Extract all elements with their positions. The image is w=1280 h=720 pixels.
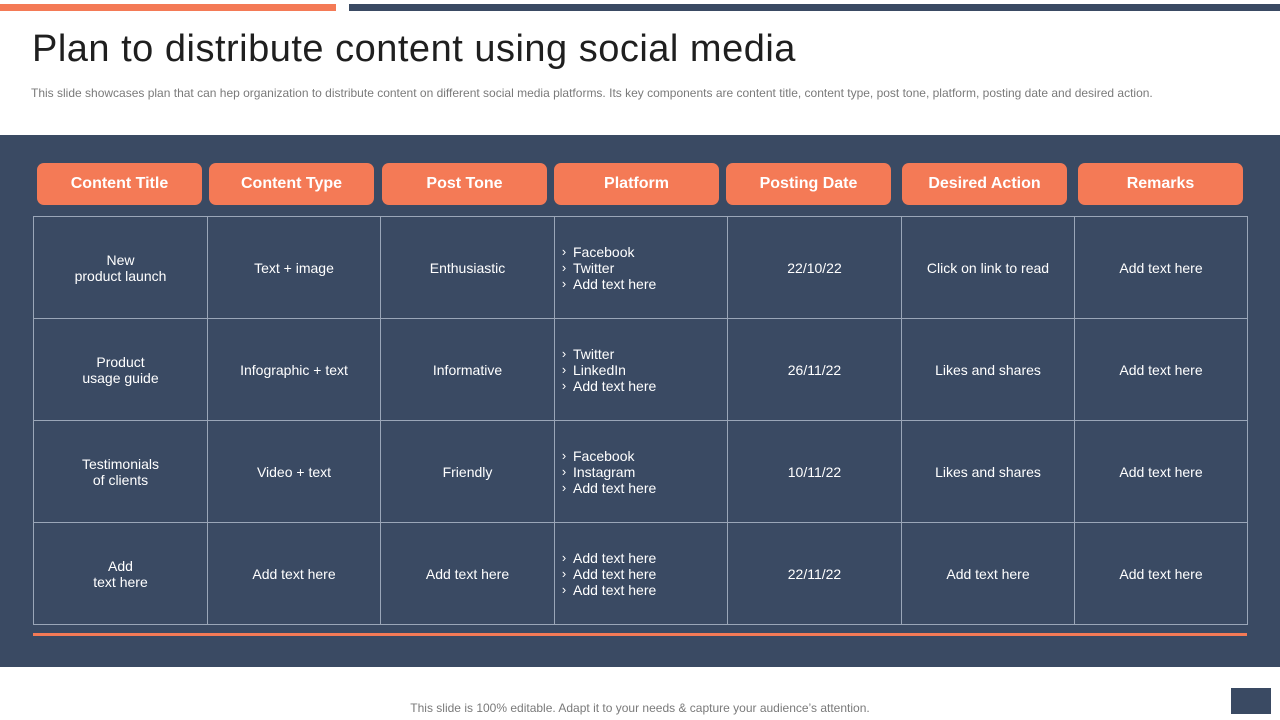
platform-item: › Twitter xyxy=(555,260,727,276)
content-plan-table: New product launch Text + image Enthusias… xyxy=(33,216,1248,625)
cell-content-title: New product launch xyxy=(33,216,208,319)
platform-label: Facebook xyxy=(573,447,635,464)
platform-item: › Add text here xyxy=(555,276,727,292)
chevron-right-icon: › xyxy=(561,565,567,581)
content-title-line: text here xyxy=(93,573,148,590)
table-row: Product usage guide Infographic + text In… xyxy=(33,318,1248,421)
cell-posting-date: 22/11/22 xyxy=(727,522,902,625)
cell-content-title: Product usage guide xyxy=(33,318,208,421)
table-row: Add text here Add text here Add text here… xyxy=(33,522,1248,625)
cell-desired-action: Likes and shares xyxy=(901,420,1075,523)
top-accent-bar-orange xyxy=(0,4,336,11)
chevron-right-icon: › xyxy=(561,275,567,291)
cell-platform: › Twitter › LinkedIn › Add text here xyxy=(554,318,728,421)
platform-label: Add text here xyxy=(573,275,657,292)
cell-content-type: Video + text xyxy=(207,420,381,523)
cell-post-tone: Informative xyxy=(380,318,555,421)
cell-posting-date: 22/10/22 xyxy=(727,216,902,319)
header-post-tone: Post Tone xyxy=(382,163,547,205)
chevron-right-icon: › xyxy=(561,581,567,597)
platform-label: Add text here xyxy=(573,377,657,394)
cell-remarks: Add text here xyxy=(1074,318,1248,421)
corner-block xyxy=(1231,688,1271,714)
cell-posting-date: 26/11/22 xyxy=(727,318,902,421)
platform-label: Twitter xyxy=(573,259,615,276)
chevron-right-icon: › xyxy=(561,259,567,275)
cell-content-type: Infographic + text xyxy=(207,318,381,421)
content-title-line: product launch xyxy=(74,267,167,284)
platform-label: Facebook xyxy=(573,243,635,260)
header-posting-date: Posting Date xyxy=(726,163,891,205)
chevron-right-icon: › xyxy=(561,479,567,495)
chevron-right-icon: › xyxy=(561,377,567,393)
platform-item: › Add text here xyxy=(555,550,727,566)
cell-platform: › Add text here › Add text here › Add text … xyxy=(554,522,728,625)
platform-label: Add text here xyxy=(573,565,657,582)
cell-content-title: Add text here xyxy=(33,522,208,625)
cell-content-type: Add text here xyxy=(207,522,381,625)
header-platform: Platform xyxy=(554,163,719,205)
platform-item: › Add text here xyxy=(555,480,727,496)
platform-label: Add text here xyxy=(573,549,657,566)
cell-remarks: Add text here xyxy=(1074,420,1248,523)
content-title-line: usage guide xyxy=(82,369,159,386)
slide-footer: This slide is 100% editable. Adapt it to… xyxy=(410,701,870,715)
cell-post-tone: Add text here xyxy=(380,522,555,625)
cell-desired-action: Likes and shares xyxy=(901,318,1075,421)
platform-label: Instagram xyxy=(573,463,636,480)
platform-item: › LinkedIn xyxy=(555,362,727,378)
cell-desired-action: Add text here xyxy=(901,522,1075,625)
platform-item: › Facebook xyxy=(555,448,727,464)
header-remarks: Remarks xyxy=(1078,163,1243,205)
top-accent-bar-navy xyxy=(349,4,1280,11)
platform-label: LinkedIn xyxy=(573,361,626,378)
content-title-line: of clients xyxy=(92,471,149,488)
slide-subtitle: This slide showcases plan that can hep o… xyxy=(31,86,1153,100)
chevron-right-icon: › xyxy=(561,243,567,259)
cell-content-type: Text + image xyxy=(207,216,381,319)
slide-title: Plan to distribute content using social … xyxy=(32,28,796,70)
chevron-right-icon: › xyxy=(561,549,567,565)
header-content-title: Content Title xyxy=(37,163,202,205)
cell-posting-date: 10/11/22 xyxy=(727,420,902,523)
chevron-right-icon: › xyxy=(561,345,567,361)
cell-platform: › Facebook › Instagram › Add text here xyxy=(554,420,728,523)
content-title-line: New xyxy=(106,251,135,268)
platform-item: › Facebook xyxy=(555,244,727,260)
chevron-right-icon: › xyxy=(561,447,567,463)
cell-remarks: Add text here xyxy=(1074,522,1248,625)
platform-label: Add text here xyxy=(573,581,657,598)
chevron-right-icon: › xyxy=(561,463,567,479)
table-row: Testimonials of clients Video + text Frie… xyxy=(33,420,1248,523)
platform-item: › Add text here xyxy=(555,378,727,394)
content-title-line: Testimonials xyxy=(81,455,160,472)
table-row: New product launch Text + image Enthusias… xyxy=(33,216,1248,319)
content-title-line: Add xyxy=(108,557,133,574)
content-panel: Content Title Content Type Post Tone Pla… xyxy=(0,135,1280,667)
table-bottom-accent-line xyxy=(33,633,1247,636)
cell-remarks: Add text here xyxy=(1074,216,1248,319)
cell-content-title: Testimonials of clients xyxy=(33,420,208,523)
platform-item: › Add text here xyxy=(555,582,727,598)
cell-desired-action: Click on link to read xyxy=(901,216,1075,319)
cell-post-tone: Friendly xyxy=(380,420,555,523)
platform-label: Add text here xyxy=(573,479,657,496)
platform-item: › Add text here xyxy=(555,566,727,582)
platform-item: › Instagram xyxy=(555,464,727,480)
cell-post-tone: Enthusiastic xyxy=(380,216,555,319)
header-desired-action: Desired Action xyxy=(902,163,1067,205)
chevron-right-icon: › xyxy=(561,361,567,377)
platform-label: Twitter xyxy=(573,345,615,362)
cell-platform: › Facebook › Twitter › Add text here xyxy=(554,216,728,319)
content-title-line: Product xyxy=(96,353,145,370)
header-content-type: Content Type xyxy=(209,163,374,205)
platform-item: › Twitter xyxy=(555,346,727,362)
